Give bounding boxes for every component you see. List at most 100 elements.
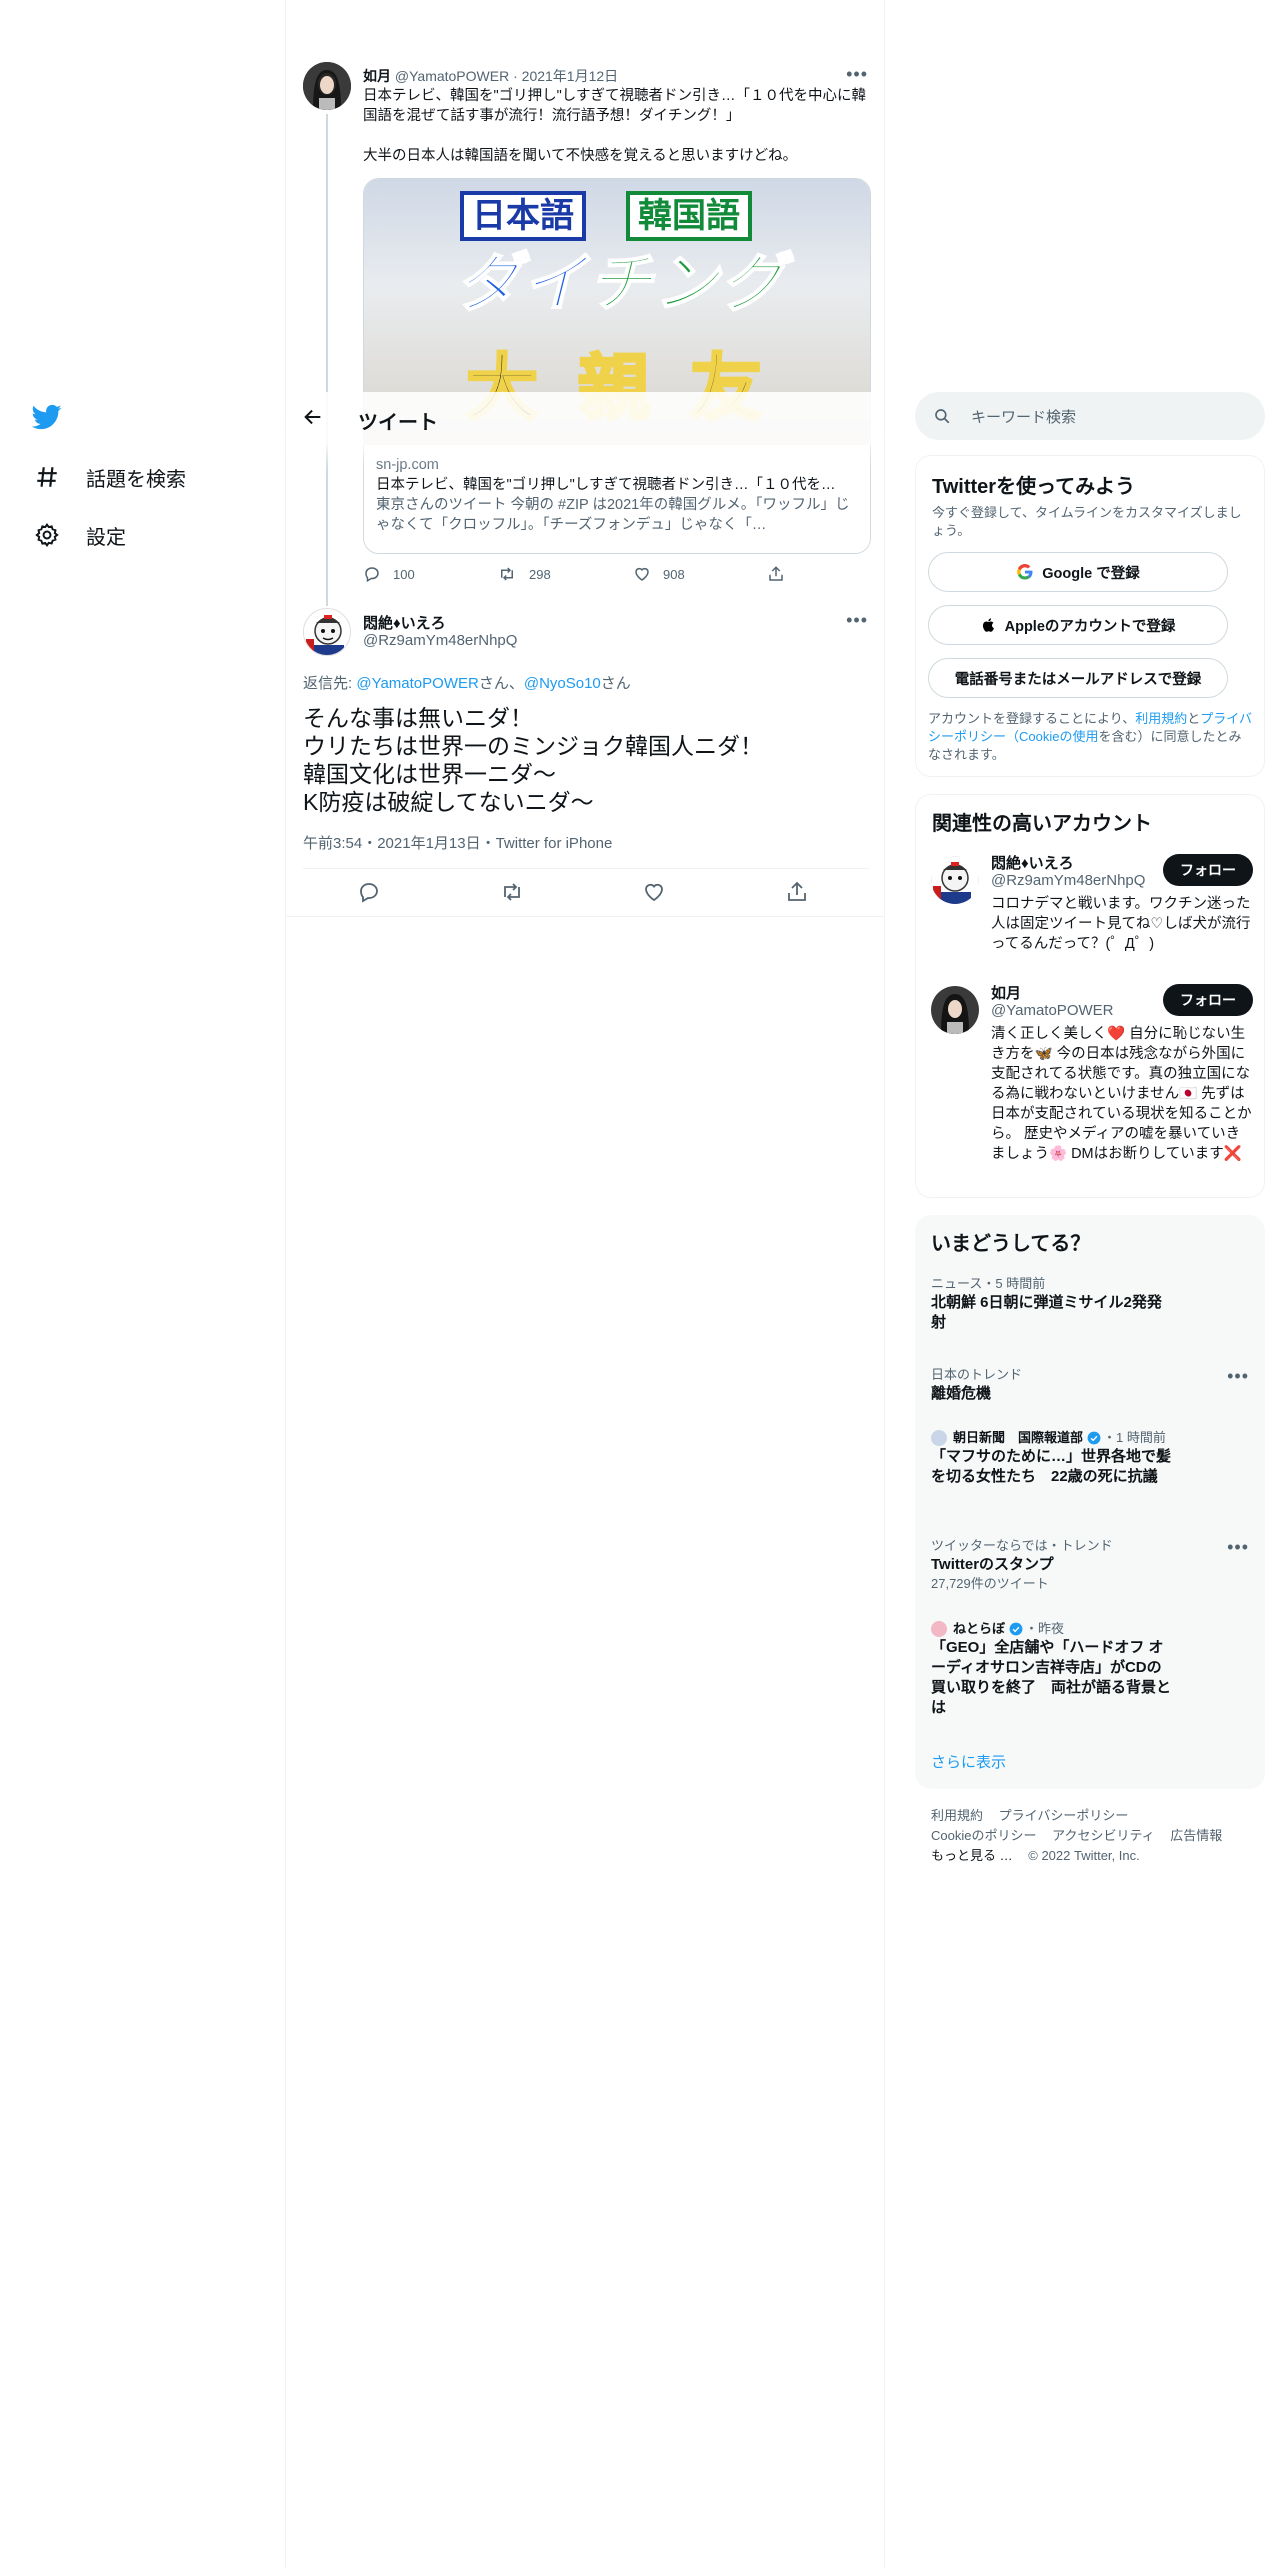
tweet-timestamp[interactable]: 午前3:54・2021年1月13日・Twitter for iPhone bbox=[303, 832, 612, 853]
reply-button[interactable]: 100 bbox=[363, 565, 415, 583]
trend-item[interactable]: ツイッターならでは・トレンド Twitterのスタンプ 27,729件のツイート… bbox=[931, 1537, 1249, 1593]
share-icon bbox=[769, 566, 783, 581]
twitter-logo-icon[interactable] bbox=[30, 402, 66, 434]
google-icon bbox=[1017, 563, 1033, 580]
footer-more-link[interactable]: もっと見る … bbox=[931, 1848, 1013, 1863]
signup-subtitle: 今すぐ登録して、タイムラインをカスタマイズしましょう。 bbox=[932, 505, 1242, 538]
reply-count: 100 bbox=[393, 566, 415, 582]
user-handle: @Rz9amYm48erNhpQ bbox=[991, 872, 1146, 889]
verified-badge-icon bbox=[1087, 1431, 1101, 1445]
user-bio: コロナデマと戦います。ワクチン迷った人は固定ツイート見てね♡しば犬が流行ってるん… bbox=[991, 896, 1251, 952]
card-image-tag-korean: 韓国語 bbox=[626, 191, 752, 241]
author-name[interactable]: 悶絶♦いえろ bbox=[363, 612, 446, 633]
trend-context: ニュース・5 時間前 bbox=[931, 1276, 1046, 1291]
trend-title: 離婚危機 bbox=[931, 1385, 992, 1402]
retweet-button[interactable]: 298 bbox=[497, 565, 551, 583]
trend-item[interactable]: 朝日新聞 国際報道部 ・1 時間前 「マフサのために…」世界各地で髪を切る女性た… bbox=[931, 1429, 1249, 1487]
trend-context: ツイッターならでは・トレンド bbox=[931, 1538, 1113, 1553]
footer-links: 利用規約 プライバシーポリシー Cookieのポリシー アクセシビリティ 広告情… bbox=[931, 1806, 1251, 1866]
card-domain: sn-jp.com bbox=[376, 457, 439, 473]
user-name: 悶絶♦いえろ bbox=[991, 855, 1074, 872]
reply-icon[interactable] bbox=[357, 880, 383, 906]
signup-terms: アカウントを登録することにより、利用規約とプライバシーポリシー（Cookieの使… bbox=[928, 711, 1253, 762]
terms-link[interactable]: 利用規約 bbox=[1135, 711, 1187, 726]
retweet-icon bbox=[501, 567, 513, 581]
trend-tweet-count: 27,729件のツイート bbox=[931, 1576, 1049, 1591]
phone-email-signup-button[interactable]: 電話番号またはメールアドレスで登録 bbox=[928, 658, 1228, 698]
reply-to: 返信先: @YamatoPOWERさん、@NyoSo10さん bbox=[303, 675, 631, 692]
apple-icon bbox=[982, 618, 994, 632]
user-bio: 清く正しく美しく❤️ 自分に恥じない生き方を🦋 今の日本は残念ながら外国に支配さ… bbox=[991, 1026, 1252, 1162]
page-title: ツイート bbox=[358, 412, 438, 434]
trend-item[interactable]: ねとらぼ ・昨夜 「GEO」全店舗や「ハードオフ オーディオサロン吉祥寺店」がC… bbox=[931, 1620, 1249, 1718]
retweet-icon[interactable] bbox=[499, 880, 525, 906]
reply-icon bbox=[365, 567, 379, 583]
author-name[interactable]: 如月 bbox=[363, 68, 391, 84]
search-icon bbox=[935, 409, 950, 424]
tweet-actions bbox=[286, 868, 884, 916]
author-handle[interactable]: @YamatoPOWER bbox=[395, 68, 509, 84]
footer-ads-link[interactable]: 広告情報 bbox=[1170, 1828, 1222, 1843]
tweet-text: そんな事は無いニダ！ ウリたちは世界一のミンジョク韓国人ニダ！ 韓国文化は世界一… bbox=[303, 705, 763, 815]
apple-signup-button[interactable]: Appleのアカウントで登録 bbox=[928, 605, 1228, 645]
trend-item[interactable]: 日本のトレンド 離婚危機 ••• bbox=[931, 1366, 1249, 1404]
reply-to-user-link[interactable]: @YamatoPOWER bbox=[356, 675, 478, 692]
main-column: 如月 @YamatoPOWER · 2021年1月12日 ••• 日本テレビ、韓… bbox=[285, 0, 885, 2568]
more-options-icon[interactable]: ••• bbox=[846, 64, 868, 85]
user-name: 如月 bbox=[991, 985, 1022, 1002]
trend-title: 北朝鮮 6日朝に弾道ミサイル2発発射 bbox=[931, 1294, 1162, 1331]
author-handle[interactable]: @Rz9amYm48erNhpQ bbox=[363, 632, 517, 649]
trend-title: 「マフサのために…」世界各地で髪を切る女性たち 22歳の死に抗議 bbox=[931, 1448, 1172, 1485]
show-more-link[interactable]: さらに表示 bbox=[931, 1751, 1006, 1772]
hashtag-icon bbox=[30, 460, 64, 494]
share-button[interactable] bbox=[767, 565, 797, 583]
link-card[interactable]: 日本語 韓国語 ダイチング 大親友 sn-jp.com 日本テレビ、韓国を"ゴリ… bbox=[363, 178, 871, 554]
nav-settings[interactable]: 設定 bbox=[30, 515, 126, 555]
trend-source: 朝日新聞 国際報道部 ・1 時間前 bbox=[931, 1429, 1249, 1447]
google-signup-button[interactable]: Google で登録 bbox=[928, 552, 1228, 592]
thread-line bbox=[326, 114, 328, 606]
more-options-icon[interactable]: ••• bbox=[1227, 1537, 1249, 1558]
related-accounts-title: 関連性の高いアカウント bbox=[932, 813, 1152, 835]
left-navigation: 話題を検索 設定 bbox=[0, 0, 285, 2568]
nav-explore-label: 話題を検索 bbox=[86, 468, 186, 491]
gear-icon bbox=[30, 518, 64, 552]
footer-cookie-link[interactable]: Cookieのポリシー bbox=[931, 1828, 1036, 1843]
avatar[interactable] bbox=[931, 856, 979, 904]
footer-privacy-link[interactable]: プライバシーポリシー bbox=[999, 1808, 1129, 1823]
right-sidebar: キーワード検索 Twitterを使ってみよう 今すぐ登録して、タイムラインをカス… bbox=[915, 0, 1265, 2568]
tweet-date[interactable]: 2021年1月12日 bbox=[522, 68, 619, 84]
trend-source: ねとらぼ ・昨夜 bbox=[931, 1620, 1249, 1638]
divider bbox=[286, 916, 884, 917]
footer-accessibility-link[interactable]: アクセシビリティ bbox=[1052, 1828, 1155, 1843]
card-image-tag-japanese: 日本語 bbox=[460, 191, 586, 241]
card-image-title: ダイチング bbox=[455, 246, 786, 320]
more-options-icon[interactable]: ••• bbox=[846, 610, 868, 631]
tweet-text-line2: 大半の日本人は韓国語を聞いて不快感を覚えると思いますけどね。 bbox=[363, 148, 798, 164]
more-options-icon[interactable]: ••• bbox=[1227, 1366, 1249, 1387]
like-count: 908 bbox=[663, 566, 685, 582]
nav-explore[interactable]: 話題を検索 bbox=[30, 457, 186, 497]
heart-icon[interactable] bbox=[642, 880, 668, 906]
search-placeholder: キーワード検索 bbox=[971, 408, 1077, 426]
verified-badge-icon bbox=[1009, 1622, 1023, 1636]
like-button[interactable]: 908 bbox=[633, 565, 685, 583]
back-arrow-icon[interactable] bbox=[302, 406, 328, 432]
follow-button[interactable]: フォロー bbox=[1163, 984, 1253, 1016]
follow-button[interactable]: フォロー bbox=[1163, 854, 1253, 886]
reply-to-user-link[interactable]: @NyoSo10 bbox=[524, 675, 601, 692]
card-info: sn-jp.com 日本テレビ、韓国を"ゴリ押し"しすぎて視聴者ドン引き…「１０… bbox=[364, 445, 870, 553]
avatar[interactable] bbox=[303, 62, 351, 110]
trend-item[interactable]: ニュース・5 時間前 北朝鮮 6日朝に弾道ミサイル2発発射 bbox=[931, 1275, 1249, 1333]
tweet-text: 日本テレビ、韓国を"ゴリ押し"しすぎて視聴者ドン引き…「１０代を中心に韓国語を混… bbox=[363, 88, 867, 124]
source-avatar bbox=[931, 1621, 947, 1637]
trend-title: 「GEO」全店舗や「ハードオフ オーディオサロン吉祥寺店」がCDの買い取りを終了… bbox=[931, 1639, 1172, 1716]
avatar[interactable] bbox=[303, 608, 351, 656]
page-header: ツイート bbox=[286, 392, 884, 445]
share-icon[interactable] bbox=[785, 880, 811, 906]
cookie-link[interactable]: Cookieの使用 bbox=[1019, 729, 1098, 744]
retweet-count: 298 bbox=[529, 566, 551, 582]
avatar[interactable] bbox=[931, 986, 979, 1034]
search-input[interactable]: キーワード検索 bbox=[915, 392, 1265, 440]
footer-terms-link[interactable]: 利用規約 bbox=[931, 1808, 983, 1823]
